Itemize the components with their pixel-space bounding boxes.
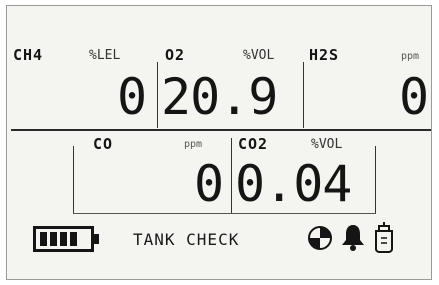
co-gas-label: CO <box>93 135 114 153</box>
h2s-unit-label: ppm <box>401 51 420 62</box>
co-unit-label: ppm <box>184 139 203 150</box>
battery-icon <box>33 226 101 257</box>
row-separator <box>11 129 431 131</box>
ch4-reading-value: 0 <box>117 68 147 126</box>
bell-icon <box>340 223 366 256</box>
row2-bottom-border <box>73 213 376 214</box>
calibration-icon <box>307 225 333 256</box>
pump-icon <box>370 221 398 258</box>
co2-gas-label: CO2 <box>238 135 269 153</box>
status-mode-text: TANK CHECK <box>133 230 240 249</box>
row1-divider-2 <box>303 62 304 128</box>
row2-divider <box>231 138 232 214</box>
co2-box-right-border <box>375 146 376 214</box>
row1-divider-1 <box>157 62 158 128</box>
lcd-display: CH4 %LEL O2 %VOL H2S ppm 0 20.9 0 CO ppm… <box>6 5 432 280</box>
co2-reading-value: 0.04 <box>235 155 352 213</box>
o2-reading-value: 20.9 <box>161 68 278 126</box>
co2-unit-label: %VOL <box>311 137 343 152</box>
o2-gas-label: O2 <box>165 46 186 64</box>
co-box-left-border <box>73 146 74 214</box>
co-reading-value: 0 <box>194 155 224 213</box>
h2s-reading-value: 0 <box>399 68 429 126</box>
ch4-unit-label: %LEL <box>89 48 121 63</box>
o2-unit-label: %VOL <box>243 48 275 63</box>
h2s-gas-label: H2S <box>309 46 340 64</box>
ch4-gas-label: CH4 <box>13 46 44 64</box>
